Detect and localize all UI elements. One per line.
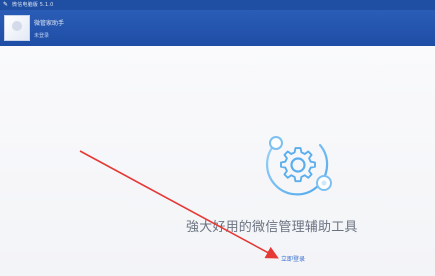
app-window: ✎ 微信电脑版 5.1.0 微管家助手 未登录 強大好用的微信管理辅助工具 立即… xyxy=(0,0,435,276)
window-title: 微信电脑版 5.1.0 xyxy=(12,2,54,8)
account-name: 微管家助手 xyxy=(34,20,65,27)
account-status: 未登录 xyxy=(34,33,50,39)
avatar[interactable] xyxy=(4,15,30,41)
title-bar: ✎ 微信电脑版 5.1.0 xyxy=(0,0,435,10)
gear-logo-graphic xyxy=(266,136,332,196)
slogan-text: 強大好用的微信管理辅助工具 xyxy=(186,220,358,235)
gear-shape xyxy=(280,147,316,183)
logo-satellite-top xyxy=(269,136,283,150)
account-header: 微管家助手 未登录 xyxy=(0,10,435,46)
login-link[interactable]: 立即登录 xyxy=(281,256,305,264)
main-content: 強大好用的微信管理辅助工具 立即登录 xyxy=(0,46,435,276)
logo-satellite-dot xyxy=(321,180,327,186)
app-icon: ✎ xyxy=(3,1,9,8)
gear-icon xyxy=(258,123,338,203)
